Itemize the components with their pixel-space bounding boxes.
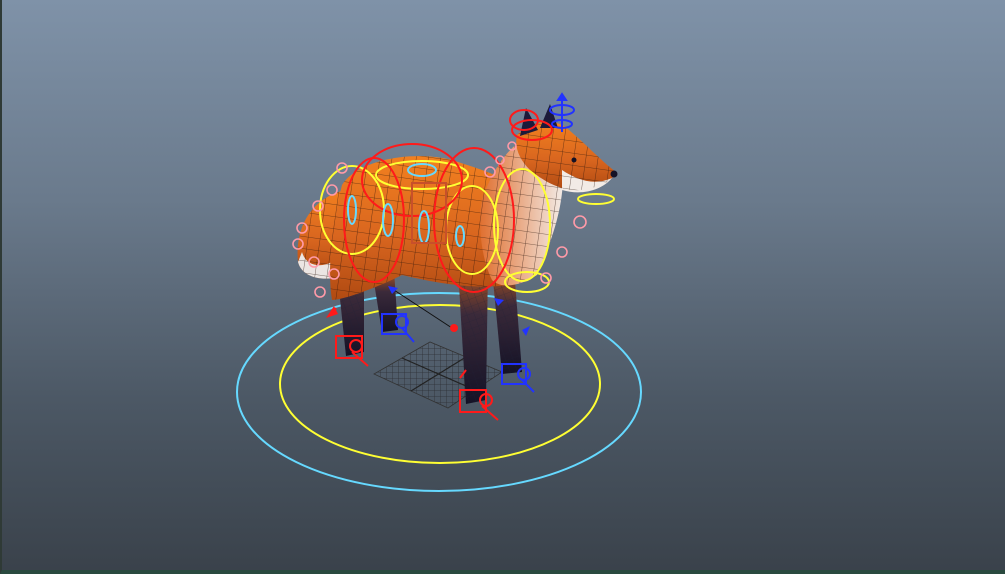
head-aim-control-icon <box>549 92 575 132</box>
3d-viewport[interactable] <box>0 0 1005 574</box>
jaw-control-icon <box>577 193 615 205</box>
viewport-canvas[interactable] <box>2 0 1005 570</box>
